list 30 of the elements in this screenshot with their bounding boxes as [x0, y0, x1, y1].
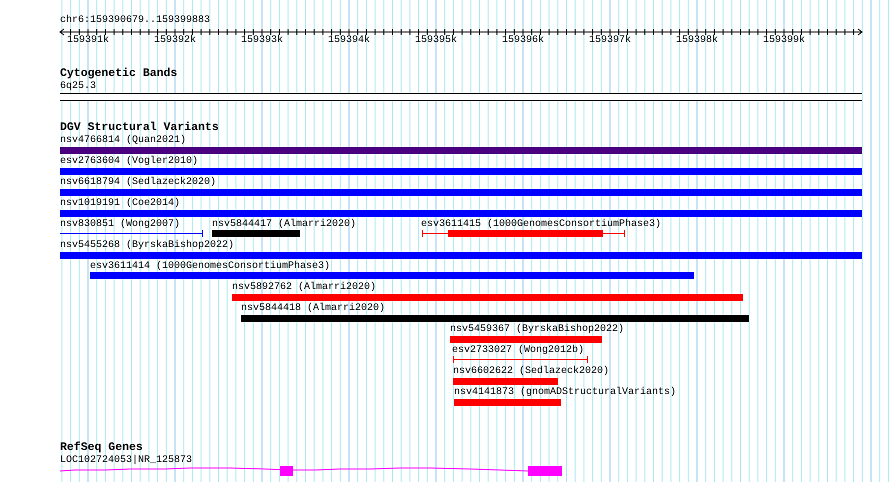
- position-label: chr6:159390679..159399883: [60, 15, 210, 26]
- variant-label: esv3611414 (1000GenomesConsortiumPhase3): [90, 261, 330, 272]
- tick-label: 159398k: [676, 35, 718, 46]
- band-label: 6q25.3: [60, 81, 96, 92]
- track-title: DGV Structural Variants: [60, 121, 219, 134]
- tick-label: 159397k: [589, 35, 631, 46]
- tick-label: 159399k: [763, 35, 805, 46]
- tick-label: 159391k: [67, 35, 109, 46]
- tick-label: 159394k: [328, 35, 370, 46]
- variant-label: nsv5459367 (ByrskaBishop2022): [450, 324, 624, 335]
- variant-label: nsv5455268 (ByrskaBishop2022): [60, 240, 234, 251]
- variant-label: nsv830851 (Wong2007): [60, 219, 180, 230]
- track-title: RefSeq Genes: [60, 441, 143, 454]
- variant-label: nsv6602622 (Sedlazeck2020): [453, 366, 610, 377]
- tick-label: 159395k: [415, 35, 457, 46]
- variant-label: nsv5844418 (Almarri2020): [241, 303, 386, 314]
- tick-label: 159392k: [154, 35, 196, 46]
- tick-label: 159396k: [502, 35, 544, 46]
- tick-label: 159393k: [241, 35, 283, 46]
- variant-label: nsv4141873 (gnomADStructuralVariants): [454, 387, 676, 398]
- track-title: Cytogenetic Bands: [60, 67, 178, 80]
- gene-label: LOC102724053|NR_125873: [60, 455, 192, 466]
- variant-label: nsv5892762 (Almarri2020): [232, 282, 376, 293]
- variant-label: nsv5844417 (Almarri2020): [212, 219, 356, 230]
- variant-label: nsv6618794 (Sedlazeck2020): [60, 177, 216, 188]
- variant-label: nsv1019191 (Coe2014): [60, 198, 180, 209]
- variant-label: esv2733027 (Wong2012b): [452, 345, 584, 356]
- variant-label: esv3611415 (1000GenomesConsortiumPhase3): [421, 219, 662, 230]
- variant-label: nsv4766814 (Quan2021): [60, 135, 186, 146]
- variant-label: esv2763604 (Vogler2010): [60, 156, 198, 167]
